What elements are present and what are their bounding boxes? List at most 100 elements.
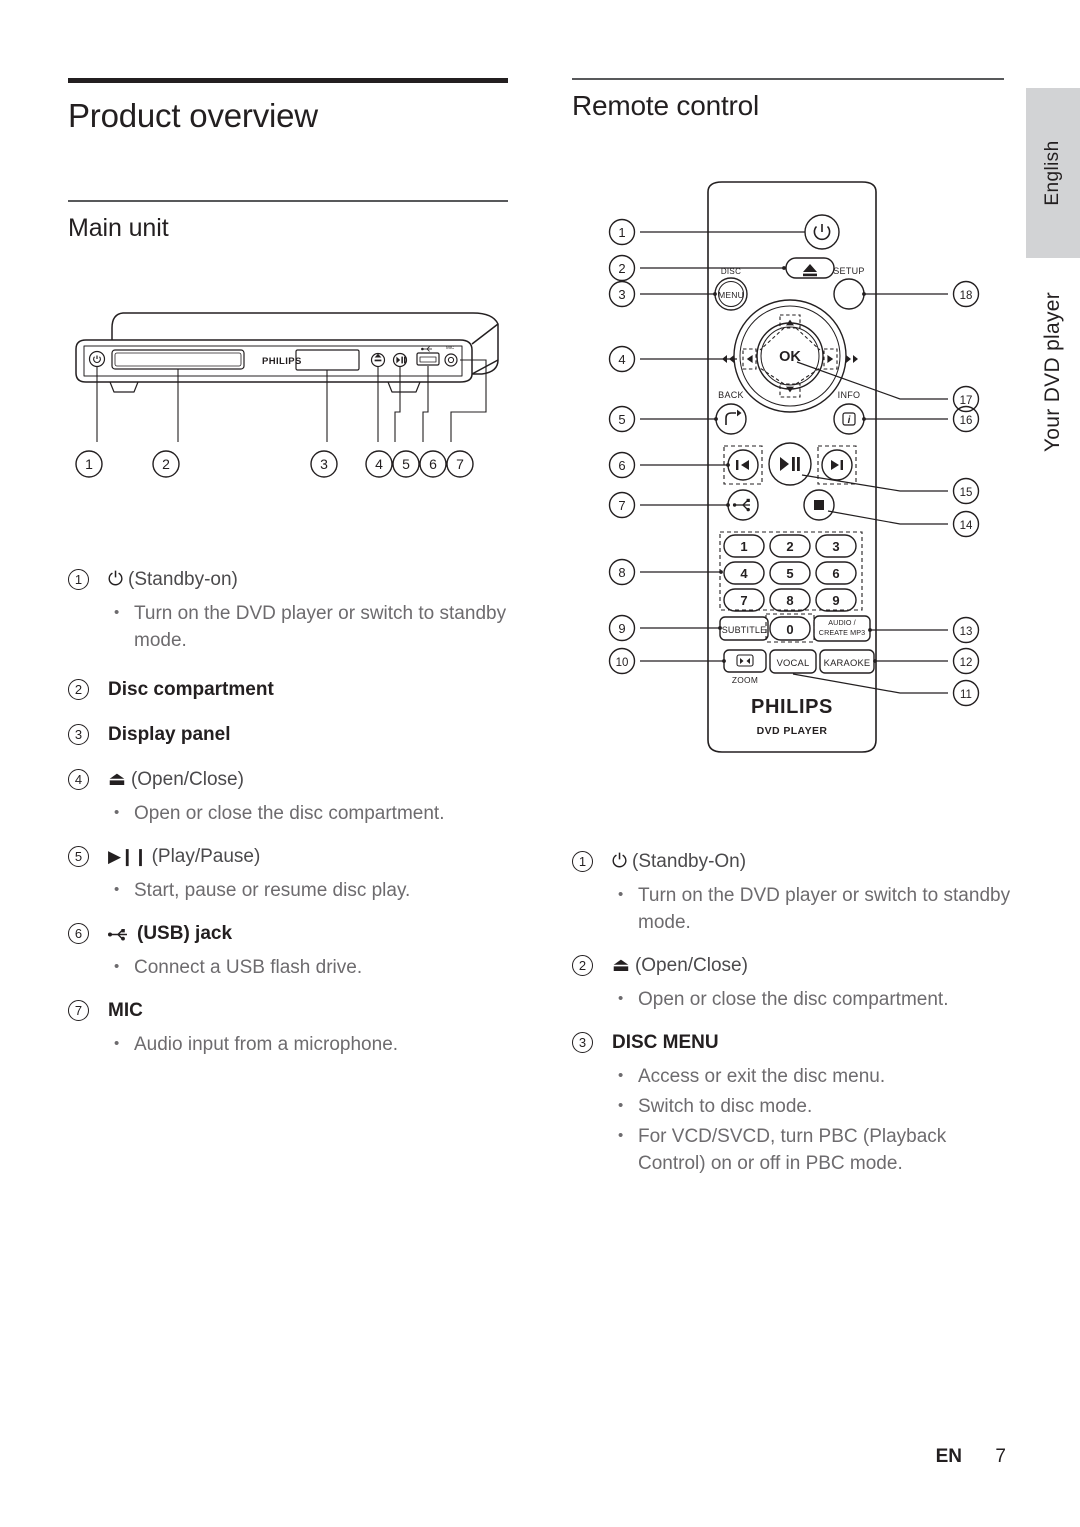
- item-bullets: Turn on the DVD player or switch to stan…: [612, 881, 1012, 936]
- svg-text:5: 5: [402, 456, 410, 472]
- item-title: ▶❙❙ (Play/Pause): [108, 844, 520, 870]
- list-item-bullet: Audio input from a microphone.: [108, 1030, 520, 1058]
- svg-text:2: 2: [162, 456, 170, 472]
- svg-text:4: 4: [618, 352, 625, 367]
- list-item: 4 ⏏(Open/Close) Open or close the disc c…: [68, 767, 520, 827]
- list-item: 2 ⏏(Open/Close) Open or close the disc c…: [572, 953, 1012, 1013]
- list-item: 2 Disc compartment: [68, 677, 520, 703]
- item-title: ⏏ (Open/Close): [612, 953, 1012, 979]
- item-title: DISC MENU: [612, 1032, 719, 1053]
- item-title: (USB) jack: [108, 921, 520, 947]
- item-title-text: (Standby-on): [128, 569, 238, 590]
- item-title-text: (Play/Pause): [151, 846, 261, 867]
- item-number: 7: [68, 1000, 89, 1021]
- svg-text:6: 6: [832, 566, 839, 581]
- svg-text:3: 3: [618, 287, 625, 302]
- page-footer: EN 7: [0, 1446, 1006, 1468]
- svg-text:0: 0: [786, 622, 793, 637]
- label-zoom: ZOOM: [732, 675, 758, 685]
- list-item: 6 (USB) jack • Connect a USB flash drive…: [68, 921, 520, 981]
- list-item: 3 Display panel: [68, 722, 520, 748]
- item-number: 3: [572, 1032, 593, 1053]
- item-bullets: Access or exit the disc menu. Switch to …: [612, 1062, 1012, 1177]
- subsection-title: Main unit: [68, 213, 169, 242]
- svg-text:12: 12: [960, 657, 973, 669]
- language-tab-label: English: [1042, 140, 1063, 206]
- item-number: 6: [68, 923, 89, 944]
- remote-item-list: 1 ⏻(Standby-On) Turn on the DVD player o…: [572, 832, 1012, 1180]
- main-unit-item-list: 1 ⏻(Standby-on) Turn on the DVD player o…: [68, 550, 520, 1061]
- footer-language-code: EN: [935, 1446, 962, 1467]
- svg-text:4: 4: [740, 566, 748, 581]
- svg-text:7: 7: [456, 456, 464, 472]
- svg-text:17: 17: [960, 395, 973, 407]
- label-create-mp3: CREATE MP3: [819, 628, 865, 637]
- svg-text:1: 1: [740, 539, 747, 554]
- list-item: 1 ⏻(Standby-on) Turn on the DVD player o…: [68, 567, 520, 654]
- item-title: Display panel: [108, 724, 231, 745]
- svg-text:MIC: MIC: [446, 345, 455, 350]
- svg-text:7: 7: [618, 498, 625, 513]
- usb-icon: [108, 928, 137, 941]
- svg-text:3: 3: [320, 456, 328, 472]
- svg-text:6: 6: [618, 458, 625, 473]
- label-info: INFO: [838, 390, 861, 400]
- main-unit-callouts: 1 2 3 4 5 6 7: [68, 446, 508, 486]
- svg-text:8: 8: [786, 593, 793, 608]
- language-tab: English: [1026, 88, 1080, 258]
- standby-power-icon: ⏻: [108, 569, 124, 590]
- svg-text:13: 13: [960, 626, 973, 638]
- svg-text:10: 10: [616, 657, 629, 669]
- svg-text:2: 2: [618, 261, 625, 276]
- item-number: 1: [572, 851, 593, 872]
- item-bullets: Start, pause or resume disc play.: [108, 876, 520, 904]
- svg-text:5: 5: [786, 566, 793, 581]
- list-item-bullet: Open or close the disc compartment.: [612, 985, 1012, 1013]
- svg-text:4: 4: [375, 456, 383, 472]
- svg-text:9: 9: [832, 593, 839, 608]
- item-number: 2: [572, 955, 593, 976]
- list-item-bullet: Turn on the DVD player or switch to stan…: [612, 881, 1012, 936]
- remote-control-figure: DISC MENU SETUP OK BACK INFO i 1 2 3 4 5…: [600, 180, 1000, 770]
- label-vocal: VOCAL: [777, 657, 810, 668]
- list-item: 3 DISC MENU Access or exit the disc menu…: [572, 1030, 1012, 1177]
- svg-text:PHILIPS: PHILIPS: [262, 356, 302, 367]
- label-menu: MENU: [718, 290, 744, 300]
- list-item-bullet: Access or exit the disc menu.: [612, 1062, 1012, 1090]
- play-pause-icon: ▶❙❙: [108, 847, 148, 866]
- chapter-label-text: Your DVD player: [1041, 291, 1064, 453]
- manual-page: English Your DVD player Product overview…: [0, 0, 1080, 1527]
- subsection-header-main-unit: Main unit: [68, 200, 508, 243]
- svg-text:11: 11: [960, 689, 972, 701]
- label-setup: SETUP: [833, 266, 865, 276]
- item-title-text: (Standby-On): [632, 851, 747, 872]
- page-number: 7: [995, 1446, 1006, 1467]
- svg-text:3: 3: [832, 539, 839, 554]
- item-bullets: Connect a USB flash drive.: [108, 953, 520, 981]
- section-header-remote-control: Remote control: [572, 78, 1004, 122]
- svg-text:15: 15: [960, 487, 973, 499]
- item-title: ⏏ (Open/Close): [108, 767, 520, 793]
- item-number: 1: [68, 569, 89, 590]
- label-back: BACK: [718, 390, 744, 400]
- list-item-bullet: Switch to disc mode.: [612, 1092, 1012, 1120]
- svg-text:1: 1: [85, 456, 93, 472]
- list-item: 1 ⏻(Standby-On) Turn on the DVD player o…: [572, 849, 1012, 936]
- page-title: Product overview: [68, 97, 318, 134]
- label-subtitle: SUBTITLE: [722, 625, 767, 635]
- label-karaoke: KARAOKE: [824, 657, 871, 668]
- list-item: 5 ▶❙❙(Play/Pause) Start, pause or resume…: [68, 844, 520, 904]
- svg-text:16: 16: [960, 415, 973, 427]
- item-title: Disc compartment: [108, 679, 274, 700]
- item-bullets: Audio input from a microphone.: [108, 1030, 520, 1058]
- list-item: 7 MIC Audio input from a microphone.: [68, 998, 520, 1058]
- brand-dvd-player: DVD PLAYER: [757, 725, 828, 737]
- item-number: 2: [68, 679, 89, 700]
- item-title-text: (USB) jack: [137, 923, 233, 944]
- brand-philips: PHILIPS: [751, 696, 833, 718]
- item-bullets: Open or close the disc compartment.: [108, 799, 520, 827]
- svg-text:5: 5: [618, 412, 625, 427]
- label-audio: AUDIO /: [828, 618, 855, 627]
- list-item-bullet: Connect a USB flash drive.: [108, 953, 520, 981]
- svg-text:9: 9: [618, 621, 625, 636]
